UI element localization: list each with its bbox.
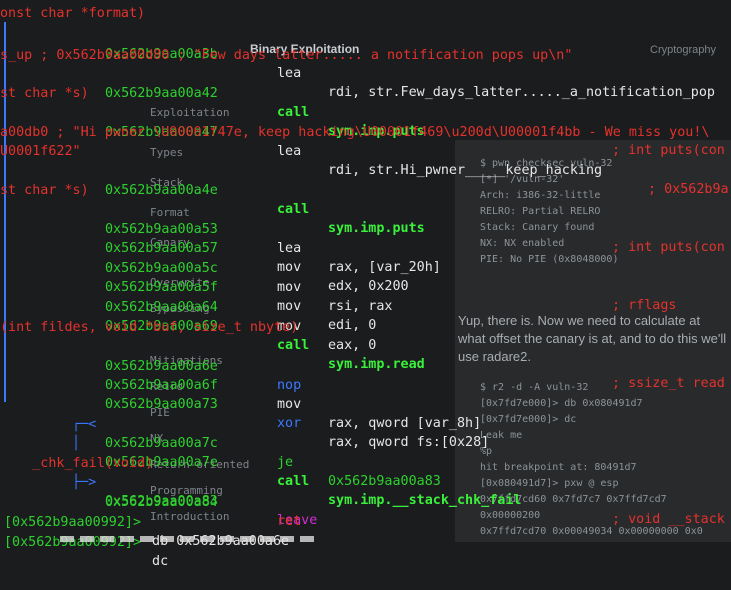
disasm-continuation: U0001f622" bbox=[0, 144, 81, 159]
disasm-line[interactable]: 0x562b9aa00a6f mov rax, qword [var_8h] bbox=[0, 357, 731, 431]
disasm-line[interactable]: 0x562b9aa00a47 lea rdi, str.Hi_pwner____… bbox=[0, 104, 731, 197]
disasm-continuation: st char *s) bbox=[0, 183, 89, 198]
disasm-line[interactable]: 0x562b9aa00a64 mov eax, 0 bbox=[0, 279, 731, 353]
disasm-line[interactable]: 0x562b9aa00a5f mov edi, 0 bbox=[0, 259, 731, 333]
disasm-line[interactable]: 0x562b9aa00a73 xor rax, qword fs:[0x28] bbox=[0, 376, 731, 450]
instr-comment: ; 0x562b9a bbox=[648, 182, 729, 197]
disasm-continuation-row: _chk_fail(void) │ bbox=[0, 435, 731, 490]
disasm-line[interactable]: 0x562b9aa00a4e call sym.imp.puts ; int p… bbox=[0, 162, 731, 255]
disasm-line[interactable]: 0x562b9aa00a57 mov edx, 0x200 ; rflags bbox=[0, 220, 731, 313]
command-line[interactable]: [0x562b9aa00992]> dc bbox=[0, 514, 731, 569]
disasm-continuation: onst char *format) bbox=[0, 6, 146, 21]
disasm-line[interactable]: │ 0x562b9aa00a7e call sym.imp.__stack_ch… bbox=[0, 415, 731, 527]
instr-operands: edi, 0 bbox=[328, 318, 377, 333]
instr-address: 0x562b9aa00a42 bbox=[105, 86, 218, 101]
disasm-continuation: (int fildes, void *buf, size_t nbyte) bbox=[0, 320, 299, 335]
instr-operands: rdi, str.Few_days_latter....._a_notifica… bbox=[328, 85, 715, 100]
disasm-continuation: s_up ; 0x562b9aa00d80 ; "Few days latter… bbox=[0, 48, 573, 63]
radare2-terminal[interactable]: onst char *format) 0x562b9aa00a3b lea rd… bbox=[0, 0, 731, 569]
disasm-line[interactable]: 0x562b9aa00a6e nop bbox=[0, 338, 731, 393]
disasm-line[interactable]: 0x562b9aa00a5c mov rsi, rax bbox=[0, 240, 731, 314]
disasm-line[interactable]: └─> 0x562b9aa00a83 leave bbox=[0, 454, 731, 528]
disasm-line[interactable]: 0x562b9aa00a42 call sym.imp.puts ; int p… bbox=[0, 65, 731, 158]
instr-address: 0x562b9aa00a4e bbox=[105, 183, 218, 198]
disasm-line[interactable]: 0x562b9aa00a69 call sym.imp.read ; ssize… bbox=[0, 298, 731, 391]
disasm-line[interactable]: 0x562b9aa00a84 ret bbox=[0, 474, 731, 529]
disasm-continuation: a00db0 ; "Hi pwner \U00001f47e, keep hac… bbox=[0, 125, 710, 140]
disasm-continuation: st char *s) bbox=[0, 86, 89, 101]
instr-opcode: lea bbox=[277, 144, 302, 159]
r2-command: dc bbox=[144, 554, 169, 569]
instr-comment: ; int puts(con bbox=[612, 143, 725, 158]
disasm-line[interactable]: 0x562b9aa00a53 lea rax, [var_20h] bbox=[0, 201, 731, 275]
disasm-line[interactable]: 0x562b9aa00a3b lea rdi, str.Few_days_lat… bbox=[0, 26, 731, 100]
command-line[interactable]: [0x562b9aa00992]> db 0x562b9aa00a6e bbox=[0, 494, 731, 549]
terminal-output-band bbox=[60, 536, 320, 542]
disasm-line[interactable]: ┌─< 0x562b9aa00a7c je 0x562b9aa00a83 bbox=[0, 396, 731, 489]
